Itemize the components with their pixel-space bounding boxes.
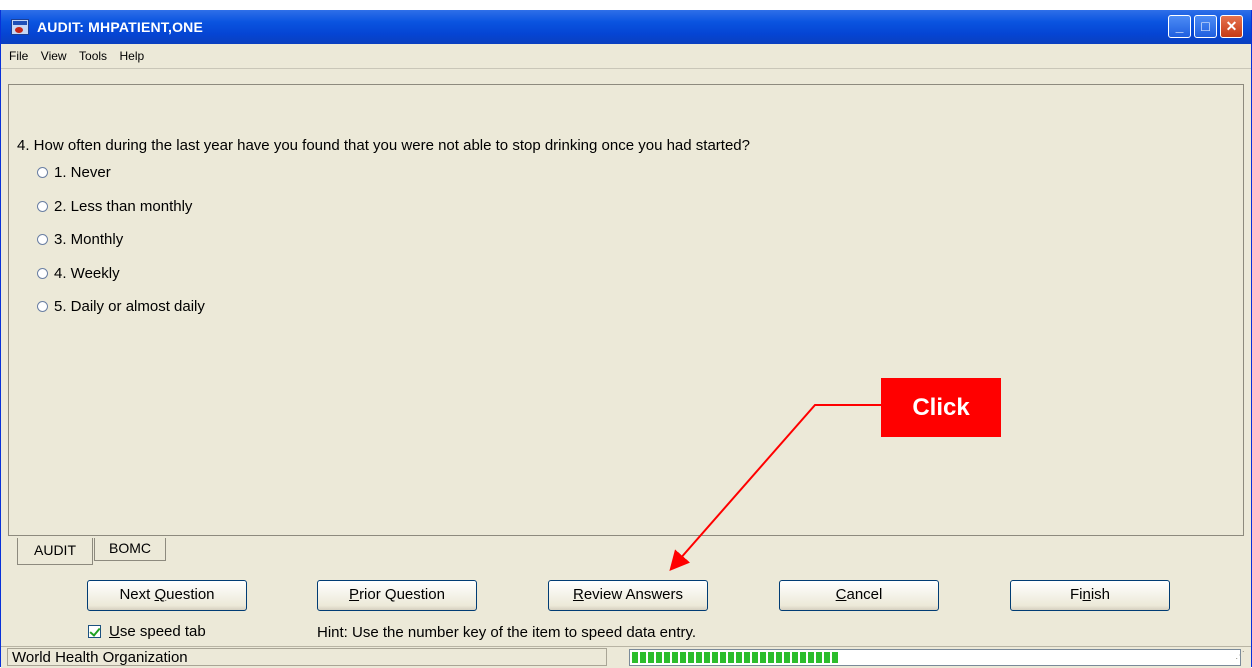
status-bar: World Health Organization ⋰ [1,646,1251,668]
tab-audit[interactable]: AUDIT [17,538,93,565]
option-never[interactable]: 1. Never [37,164,111,181]
status-text: World Health Organization [7,648,607,666]
option-daily[interactable]: 5. Daily or almost daily [37,298,205,315]
option-label: 1. Never [54,164,111,181]
menu-bar: File View Tools Help [1,44,1251,69]
button-accelerator: n [1082,586,1091,603]
title-bar[interactable]: AUDIT: MHPATIENT,ONE _ □ ✕ [1,10,1251,44]
button-accelerator: C [835,586,847,603]
progress-bar [629,649,1241,666]
option-label: 3. Monthly [54,231,124,248]
button-accelerator: Q [154,586,167,603]
menu-file[interactable]: File [9,49,28,63]
menu-view[interactable]: View [41,49,67,63]
tab-bomc[interactable]: BOMC [94,538,166,561]
close-icon[interactable]: ✕ [1220,15,1243,38]
use-speed-tab-option[interactable]: Use speed tab [88,623,206,640]
option-label: 2. Less than monthly [54,198,193,215]
radio-button[interactable] [37,234,48,245]
use-speed-tab-label: Use speed tab [109,623,206,640]
prior-question-button[interactable]: Prior Question [317,580,477,611]
use-speed-tab-checkbox[interactable] [88,625,101,638]
app-icon[interactable] [11,19,29,35]
finish-button[interactable]: Finish [1010,580,1170,611]
radio-button[interactable] [37,301,48,312]
radio-button[interactable] [37,201,48,212]
checkbox-accelerator: U [109,623,120,640]
button-label: Fi [1069,586,1083,603]
audit-window: AUDIT: MHPATIENT,ONE _ □ ✕ File View Too… [0,10,1252,668]
window-title: AUDIT: MHPATIENT,ONE [37,19,204,35]
option-monthly[interactable]: 3. Monthly [37,231,123,248]
button-label: Next [119,586,155,603]
option-label: 4. Weekly [54,265,120,282]
button-label: ish [1090,586,1111,603]
click-callout: Click [881,378,1001,437]
button-label: ancel [846,586,883,603]
progress-fill [632,652,838,663]
button-label: rior Question [359,586,445,603]
checkbox-label: se speed tab [119,623,206,640]
menu-tools[interactable]: Tools [79,49,107,63]
option-weekly[interactable]: 4. Weekly [37,265,120,282]
maximize-icon[interactable]: □ [1194,15,1217,38]
button-label: uestion [166,586,215,603]
cancel-button[interactable]: Cancel [779,580,939,611]
review-answers-button[interactable]: Review Answers [548,580,708,611]
minimize-icon[interactable]: _ [1168,15,1191,38]
radio-button[interactable] [37,268,48,279]
hint-text: Hint: Use the number key of the item to … [317,624,697,641]
radio-button[interactable] [37,167,48,178]
question-text: 4. How often during the last year have y… [17,137,750,154]
menu-help[interactable]: Help [120,49,145,63]
option-less-than-monthly[interactable]: 2. Less than monthly [37,198,192,215]
button-accelerator: P [349,586,360,603]
button-label: eview Answers [583,586,684,603]
option-label: 5. Daily or almost daily [54,298,205,315]
resize-grip-icon[interactable]: ⋰ [1235,650,1249,664]
next-question-button[interactable]: Next Question [87,580,247,611]
button-accelerator: R [572,586,584,603]
